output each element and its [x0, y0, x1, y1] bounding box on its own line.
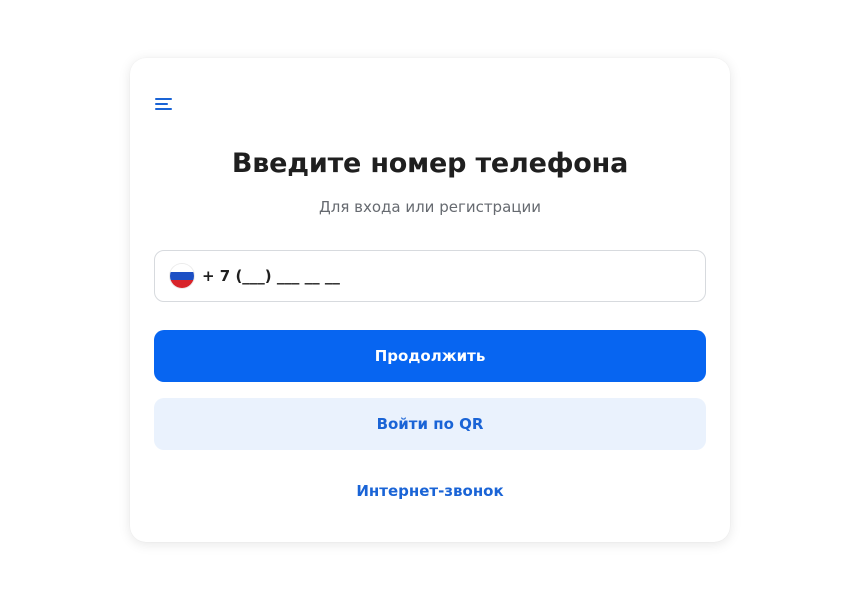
russia-flag-icon[interactable] — [170, 264, 194, 288]
menu-icon — [155, 98, 172, 110]
page-subtitle: Для входа или регистрации — [319, 198, 541, 216]
login-card: Введите номер телефона Для входа или рег… — [130, 58, 730, 542]
phone-field[interactable] — [154, 250, 706, 302]
internet-call-link[interactable]: Интернет-звонок — [130, 482, 730, 500]
continue-button[interactable]: Продолжить — [154, 330, 706, 382]
qr-login-button[interactable]: Войти по QR — [154, 398, 706, 450]
page: Введите номер телефона Для входа или рег… — [0, 0, 860, 600]
menu-button[interactable] — [154, 96, 174, 112]
page-title: Введите номер телефона — [231, 148, 629, 179]
phone-input[interactable] — [202, 267, 682, 285]
